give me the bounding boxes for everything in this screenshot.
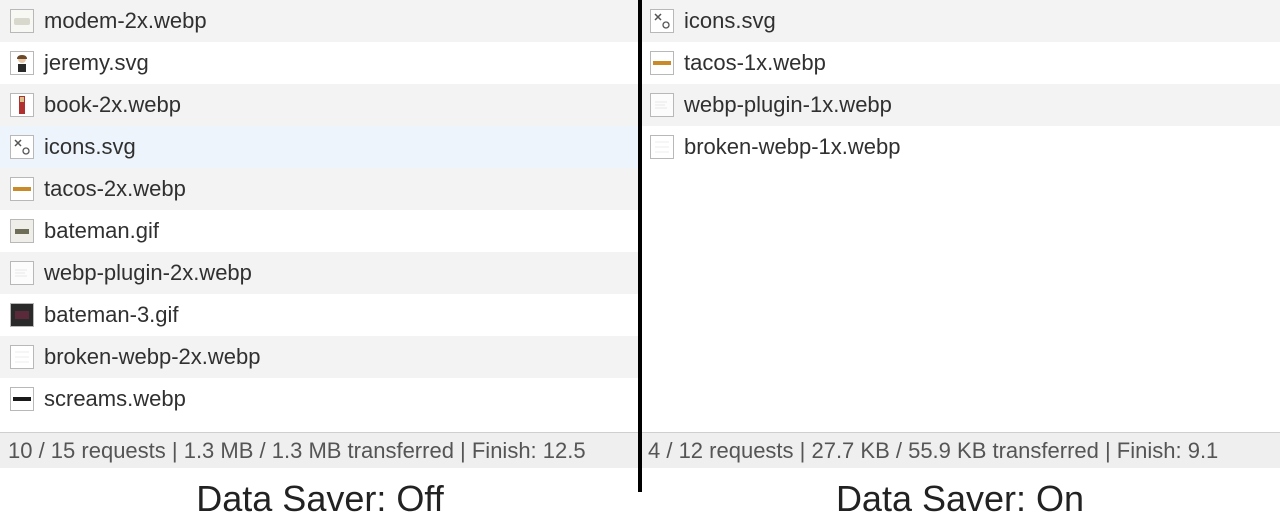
file-list-off: modem-2x.webp jeremy.svg book-2x.webp icons… (0, 0, 640, 432)
file-name: icons.svg (44, 134, 136, 160)
file-name: broken-webp-2x.webp (44, 344, 260, 370)
bateman3-icon (10, 303, 34, 327)
file-row[interactable]: bateman.gif (0, 210, 640, 252)
file-row[interactable]: icons.svg (0, 126, 640, 168)
file-row[interactable]: book-2x.webp (0, 84, 640, 126)
broken-icon (10, 345, 34, 369)
file-name: bateman-3.gif (44, 302, 179, 328)
broken-icon (650, 135, 674, 159)
blank-icon (650, 93, 674, 117)
file-name: jeremy.svg (44, 50, 149, 76)
panel-on: icons.svg tacos-1x.webp webp-plugin-1x.web… (640, 0, 1280, 528)
status-bar-on: 4 / 12 requests | 27.7 KB / 55.9 KB tran… (640, 432, 1280, 468)
blank-icon (10, 261, 34, 285)
file-row[interactable]: modem-2x.webp (0, 0, 640, 42)
file-row[interactable]: tacos-1x.webp (640, 42, 1280, 84)
file-name: webp-plugin-1x.webp (684, 92, 892, 118)
file-row[interactable]: bateman-3.gif (0, 294, 640, 336)
file-row[interactable]: broken-webp-1x.webp (640, 126, 1280, 168)
tacos-icon (650, 51, 674, 75)
file-name: bateman.gif (44, 218, 159, 244)
panel-off: modem-2x.webp jeremy.svg book-2x.webp icons… (0, 0, 640, 528)
status-bar-off: 10 / 15 requests | 1.3 MB / 1.3 MB trans… (0, 432, 640, 468)
file-row[interactable]: broken-webp-2x.webp (0, 336, 640, 378)
jeremy-icon (10, 51, 34, 75)
file-name: book-2x.webp (44, 92, 181, 118)
book-icon (10, 93, 34, 117)
file-name: broken-webp-1x.webp (684, 134, 900, 160)
bateman-icon (10, 219, 34, 243)
screams-icon (10, 387, 34, 411)
file-name: webp-plugin-2x.webp (44, 260, 252, 286)
panel-divider (638, 0, 642, 492)
icons-icon (650, 9, 674, 33)
caption-off: Data Saver: Off (0, 468, 640, 528)
file-name: screams.webp (44, 386, 186, 412)
file-row[interactable]: screams.webp (0, 378, 640, 420)
icons-icon (10, 135, 34, 159)
file-name: modem-2x.webp (44, 8, 207, 34)
file-list-on: icons.svg tacos-1x.webp webp-plugin-1x.web… (640, 0, 1280, 432)
file-row[interactable]: tacos-2x.webp (0, 168, 640, 210)
file-row[interactable]: webp-plugin-2x.webp (0, 252, 640, 294)
file-name: icons.svg (684, 8, 776, 34)
tacos-icon (10, 177, 34, 201)
file-row[interactable]: webp-plugin-1x.webp (640, 84, 1280, 126)
file-row[interactable]: icons.svg (640, 0, 1280, 42)
modem-icon (10, 9, 34, 33)
file-name: tacos-2x.webp (44, 176, 186, 202)
file-row[interactable]: jeremy.svg (0, 42, 640, 84)
caption-on: Data Saver: On (640, 468, 1280, 528)
file-name: tacos-1x.webp (684, 50, 826, 76)
